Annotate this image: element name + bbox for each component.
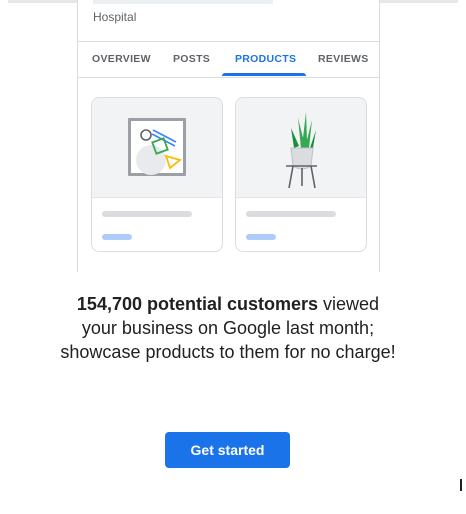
header-placeholder-line: [93, 0, 273, 4]
text-cursor: [460, 479, 462, 491]
title-placeholder: [246, 211, 336, 217]
active-tab-indicator: [222, 73, 306, 76]
title-placeholder: [102, 211, 192, 217]
business-profile-preview: Hospital OVERVIEW POSTS PRODUCTS REVIEWS: [77, 0, 380, 272]
product-thumbnail: [236, 98, 366, 198]
potted-plant-icon: [286, 112, 317, 189]
preview-tabs: OVERVIEW POSTS PRODUCTS REVIEWS: [78, 42, 379, 78]
promo-message: 154,700 potential customers viewed your …: [60, 292, 396, 364]
tab-posts: POSTS: [173, 53, 211, 65]
promo-page: Hospital OVERVIEW POSTS PRODUCTS REVIEWS: [0, 0, 466, 514]
tab-products: PRODUCTS: [235, 53, 297, 65]
product-card: [235, 97, 367, 252]
price-placeholder: [102, 234, 132, 240]
business-name-text: Hospital: [93, 10, 137, 24]
preview-header: Hospital: [78, 0, 379, 42]
customer-count-highlight: 154,700 potential customers: [76, 294, 319, 314]
product-thumbnail: [92, 98, 222, 198]
price-placeholder: [246, 234, 276, 240]
tab-overview: OVERVIEW: [92, 53, 151, 65]
shapes-illustration-icon: [128, 118, 186, 176]
product-card: [91, 97, 223, 252]
tab-reviews: REVIEWS: [318, 53, 369, 65]
get-started-button[interactable]: Get started: [165, 432, 290, 468]
